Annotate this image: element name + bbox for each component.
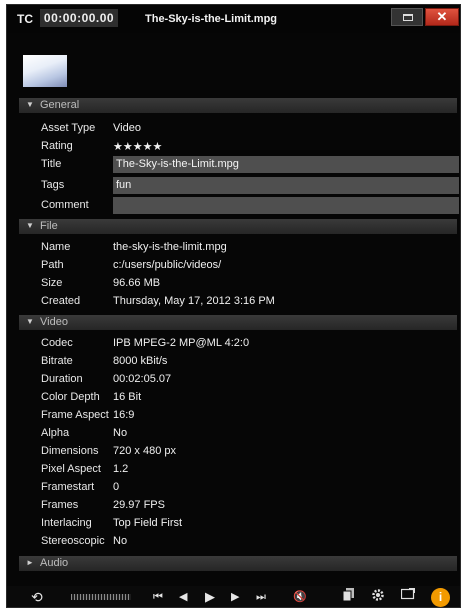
video-thumbnail — [23, 55, 67, 87]
size-label: Size — [41, 277, 63, 289]
created-row: Created Thursday, May 17, 2012 3:16 PM — [41, 293, 460, 310]
loop-icon[interactable]: ⟲ — [31, 588, 43, 606]
frame-aspect-value: 16:9 — [113, 409, 135, 421]
step-forward-icon[interactable]: ▶ — [231, 588, 239, 606]
section-video-header[interactable]: ▼ Video — [19, 315, 457, 330]
codec-value: IPB MPEG-2 MP@ML 4:2:0 — [113, 337, 250, 349]
go-to-end-icon[interactable]: ⏭ — [256, 588, 266, 606]
dimensions-row: Dimensions 720 x 480 px — [41, 443, 460, 460]
player-window: TC 00:00:00.00 The-Sky-is-the-Limit.mpg … — [6, 4, 461, 608]
stereoscopic-label: Stereoscopic — [41, 535, 105, 547]
interlacing-row: Interlacing Top Field First — [41, 515, 460, 532]
expanded-arrow-icon: ▼ — [26, 100, 34, 109]
title-row: Title The-Sky-is-the-Limit.mpg — [41, 156, 460, 173]
section-audio-header[interactable]: ► Audio — [19, 556, 457, 571]
duration-value: 00:02:05.07 — [113, 373, 172, 385]
comment-field[interactable] — [113, 197, 459, 214]
title-field[interactable]: The-Sky-is-the-Limit.mpg — [113, 156, 459, 173]
interlacing-label: Interlacing — [41, 517, 92, 529]
alpha-value: No — [113, 427, 128, 439]
comment-row: Comment — [41, 197, 460, 214]
section-audio-label: Audio — [40, 557, 69, 569]
comment-label: Comment — [41, 199, 89, 211]
rating-row: Rating ★★★★★ — [41, 138, 460, 155]
tags-field[interactable]: fun — [113, 177, 459, 194]
rating-label: Rating — [41, 140, 73, 152]
play-icon[interactable]: ▶ — [205, 588, 215, 606]
timecode-field[interactable]: 00:00:00.00 — [40, 9, 118, 27]
color-depth-value: 16 Bit — [113, 391, 142, 403]
pixel-aspect-value: 1.2 — [113, 463, 129, 475]
stereoscopic-value: No — [113, 535, 128, 547]
frame-aspect-row: Frame Aspect 16:9 — [41, 407, 460, 424]
size-value: 96.66 MB — [113, 277, 161, 289]
pixel-aspect-row: Pixel Aspect 1.2 — [41, 461, 460, 478]
copy-icon[interactable] — [342, 588, 355, 606]
bitrate-value: 8000 kBit/s — [113, 355, 168, 367]
color-depth-row: Color Depth 16 Bit — [41, 389, 460, 406]
title-label: Title — [41, 158, 62, 170]
asset-type-row: Asset Type Video — [41, 120, 460, 137]
transport-bar: ⟲ ⏮ ◀ ▶ ▶ ⏭ 🔇 i — [7, 586, 460, 607]
frame-aspect-label: Frame Aspect — [41, 409, 109, 421]
asset-type-value: Video — [113, 122, 141, 134]
name-row: Name the-sky-is-the-limit.mpg — [41, 239, 460, 256]
stereoscopic-row: Stereoscopic No — [41, 533, 460, 550]
section-general-header[interactable]: ▼ General — [19, 98, 457, 113]
maximize-icon — [403, 14, 413, 21]
tags-label: Tags — [41, 179, 65, 191]
title-bar: TC 00:00:00.00 The-Sky-is-the-Limit.mpg … — [7, 5, 460, 33]
codec-row: Codec IPB MPEG-2 MP@ML 4:2:0 — [41, 335, 460, 352]
bitrate-label: Bitrate — [41, 355, 73, 367]
close-icon: ✕ — [436, 9, 448, 24]
asset-type-label: Asset Type — [41, 122, 96, 134]
section-general-label: General — [40, 99, 80, 111]
expanded-arrow-icon: ▼ — [26, 317, 34, 326]
timecode-label: TC — [17, 12, 33, 26]
settings-gear-icon[interactable] — [371, 588, 385, 606]
interlacing-value: Top Field First — [113, 517, 183, 529]
created-value: Thursday, May 17, 2012 3:16 PM — [113, 295, 275, 307]
pixel-aspect-label: Pixel Aspect — [41, 463, 101, 475]
framestart-value: 0 — [113, 481, 120, 493]
size-row: Size 96.66 MB — [41, 275, 460, 292]
go-to-start-icon[interactable]: ⏮ — [153, 588, 163, 606]
frames-value: 29.97 FPS — [113, 499, 165, 511]
dimensions-label: Dimensions — [41, 445, 99, 457]
volume-icon[interactable]: 🔇 — [293, 588, 307, 606]
section-file-header[interactable]: ▼ File — [19, 219, 457, 234]
fullscreen-icon[interactable] — [400, 587, 416, 606]
dimensions-value: 720 x 480 px — [113, 445, 176, 457]
section-video-label: Video — [40, 316, 68, 328]
path-row: Path c:/users/public/videos/ — [41, 257, 460, 274]
maximize-button[interactable] — [391, 8, 423, 26]
duration-row: Duration 00:02:05.07 — [41, 371, 460, 388]
name-label: Name — [41, 241, 71, 253]
path-value: c:/users/public/videos/ — [113, 259, 222, 271]
window-title: The-Sky-is-the-Limit.mpg — [145, 13, 278, 25]
step-back-icon[interactable]: ◀ — [179, 588, 187, 606]
path-label: Path — [41, 259, 64, 271]
tags-row: Tags fun — [41, 177, 460, 194]
bitrate-row: Bitrate 8000 kBit/s — [41, 353, 460, 370]
close-button[interactable]: ✕ — [425, 8, 459, 26]
name-value: the-sky-is-the-limit.mpg — [113, 241, 227, 253]
duration-label: Duration — [41, 373, 83, 385]
frames-label: Frames — [41, 499, 79, 511]
collapsed-arrow-icon: ► — [26, 558, 34, 567]
framestart-row: Framestart 0 — [41, 479, 460, 496]
alpha-label: Alpha — [41, 427, 70, 439]
info-icon[interactable]: i — [431, 588, 450, 607]
section-file-label: File — [40, 220, 58, 232]
expanded-arrow-icon: ▼ — [26, 221, 34, 230]
jog-shuttle-slider[interactable] — [71, 594, 131, 600]
alpha-row: Alpha No — [41, 425, 460, 442]
framestart-label: Framestart — [41, 481, 95, 493]
frames-row: Frames 29.97 FPS — [41, 497, 460, 514]
rating-stars[interactable]: ★★★★★ — [113, 140, 162, 153]
color-depth-label: Color Depth — [41, 391, 100, 403]
codec-label: Codec — [41, 337, 73, 349]
created-label: Created — [41, 295, 81, 307]
